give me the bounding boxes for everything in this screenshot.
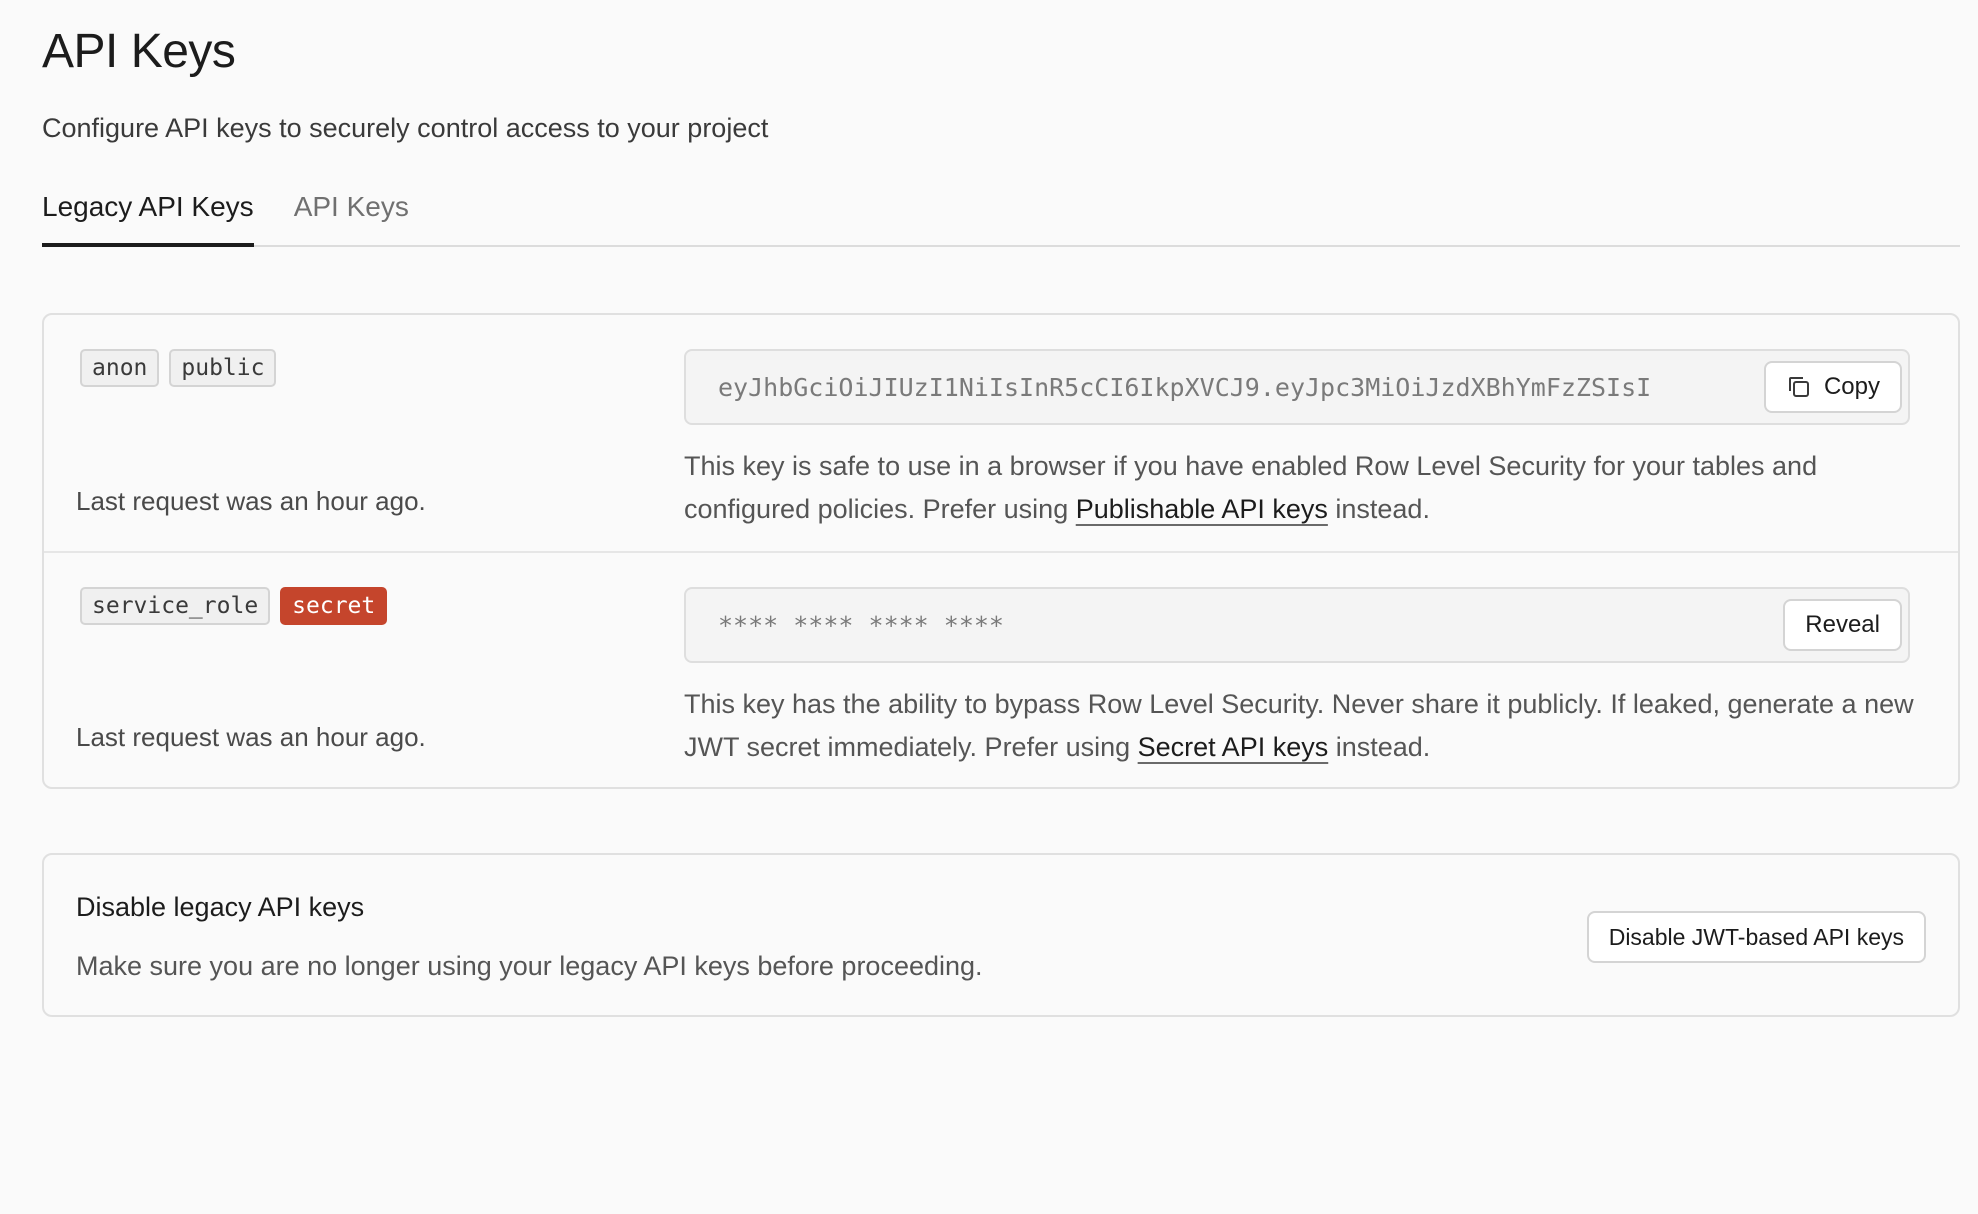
service-role-key-description-suffix: instead. bbox=[1328, 732, 1431, 762]
disable-legacy-keys-description: Make sure you are no longer using your l… bbox=[76, 951, 983, 981]
key-detail: **** **** **** **** Reveal This key has … bbox=[684, 587, 1924, 762]
anon-key-description-suffix: instead. bbox=[1327, 494, 1430, 524]
badge-public: public bbox=[169, 349, 277, 387]
key-meta: anon public Last request was an hour ago… bbox=[76, 349, 684, 517]
page-title: API Keys bbox=[42, 25, 236, 78]
key-badges: anon public bbox=[80, 349, 684, 387]
disable-legacy-keys-text: Disable legacy API keys Make sure you ar… bbox=[76, 892, 983, 982]
badge-anon: anon bbox=[80, 349, 160, 387]
anon-key-description: This key is safe to use in a browser if … bbox=[684, 445, 1924, 531]
last-request-text: Last request was an hour ago. bbox=[76, 486, 426, 516]
reveal-button[interactable]: Reveal bbox=[1783, 599, 1902, 651]
badge-service-role: service_role bbox=[80, 587, 271, 625]
tab-legacy-api-keys[interactable]: Legacy API Keys bbox=[42, 191, 254, 247]
publishable-api-keys-link[interactable]: Publishable API keys bbox=[1076, 494, 1328, 524]
service-role-key-field[interactable]: **** **** **** **** Reveal bbox=[684, 587, 1910, 663]
last-request-text: Last request was an hour ago. bbox=[76, 722, 426, 752]
anon-key-field[interactable]: eyJhbGciOiJIUzI1NiIsInR5cCI6IkpXVCJ9.eyJ… bbox=[684, 349, 1910, 425]
anon-key-row: anon public Last request was an hour ago… bbox=[44, 315, 1958, 551]
legacy-keys-card: anon public Last request was an hour ago… bbox=[42, 313, 1960, 789]
secret-api-keys-link[interactable]: Secret API keys bbox=[1138, 732, 1329, 762]
disable-jwt-keys-button[interactable]: Disable JWT-based API keys bbox=[1586, 911, 1926, 963]
tab-bar: Legacy API Keys API Keys bbox=[42, 191, 1960, 247]
service-role-key-description: This key has the ability to bypass Row L… bbox=[684, 683, 1924, 769]
disable-legacy-keys-card: Disable legacy API keys Make sure you ar… bbox=[42, 853, 1960, 1017]
page-subtitle: Configure API keys to securely control a… bbox=[42, 113, 769, 143]
anon-key-value[interactable]: eyJhbGciOiJIUzI1NiIsInR5cCI6IkpXVCJ9.eyJ… bbox=[686, 373, 1908, 402]
copy-button-label: Copy bbox=[1823, 373, 1880, 400]
key-badges: service_role secret bbox=[80, 587, 684, 625]
service-role-key-row: service_role secret Last request was an … bbox=[44, 551, 1958, 787]
api-keys-page: API Keys Configure API keys to securely … bbox=[0, 0, 1978, 1214]
tab-api-keys[interactable]: API Keys bbox=[294, 191, 409, 245]
copy-icon bbox=[1786, 374, 1812, 400]
badge-secret: secret bbox=[280, 587, 388, 625]
key-meta: service_role secret Last request was an … bbox=[76, 587, 684, 753]
key-detail: eyJhbGciOiJIUzI1NiIsInR5cCI6IkpXVCJ9.eyJ… bbox=[684, 349, 1924, 524]
copy-button[interactable]: Copy bbox=[1763, 361, 1902, 413]
service-role-key-value: **** **** **** **** bbox=[718, 610, 1004, 640]
disable-legacy-keys-title: Disable legacy API keys bbox=[76, 892, 365, 922]
